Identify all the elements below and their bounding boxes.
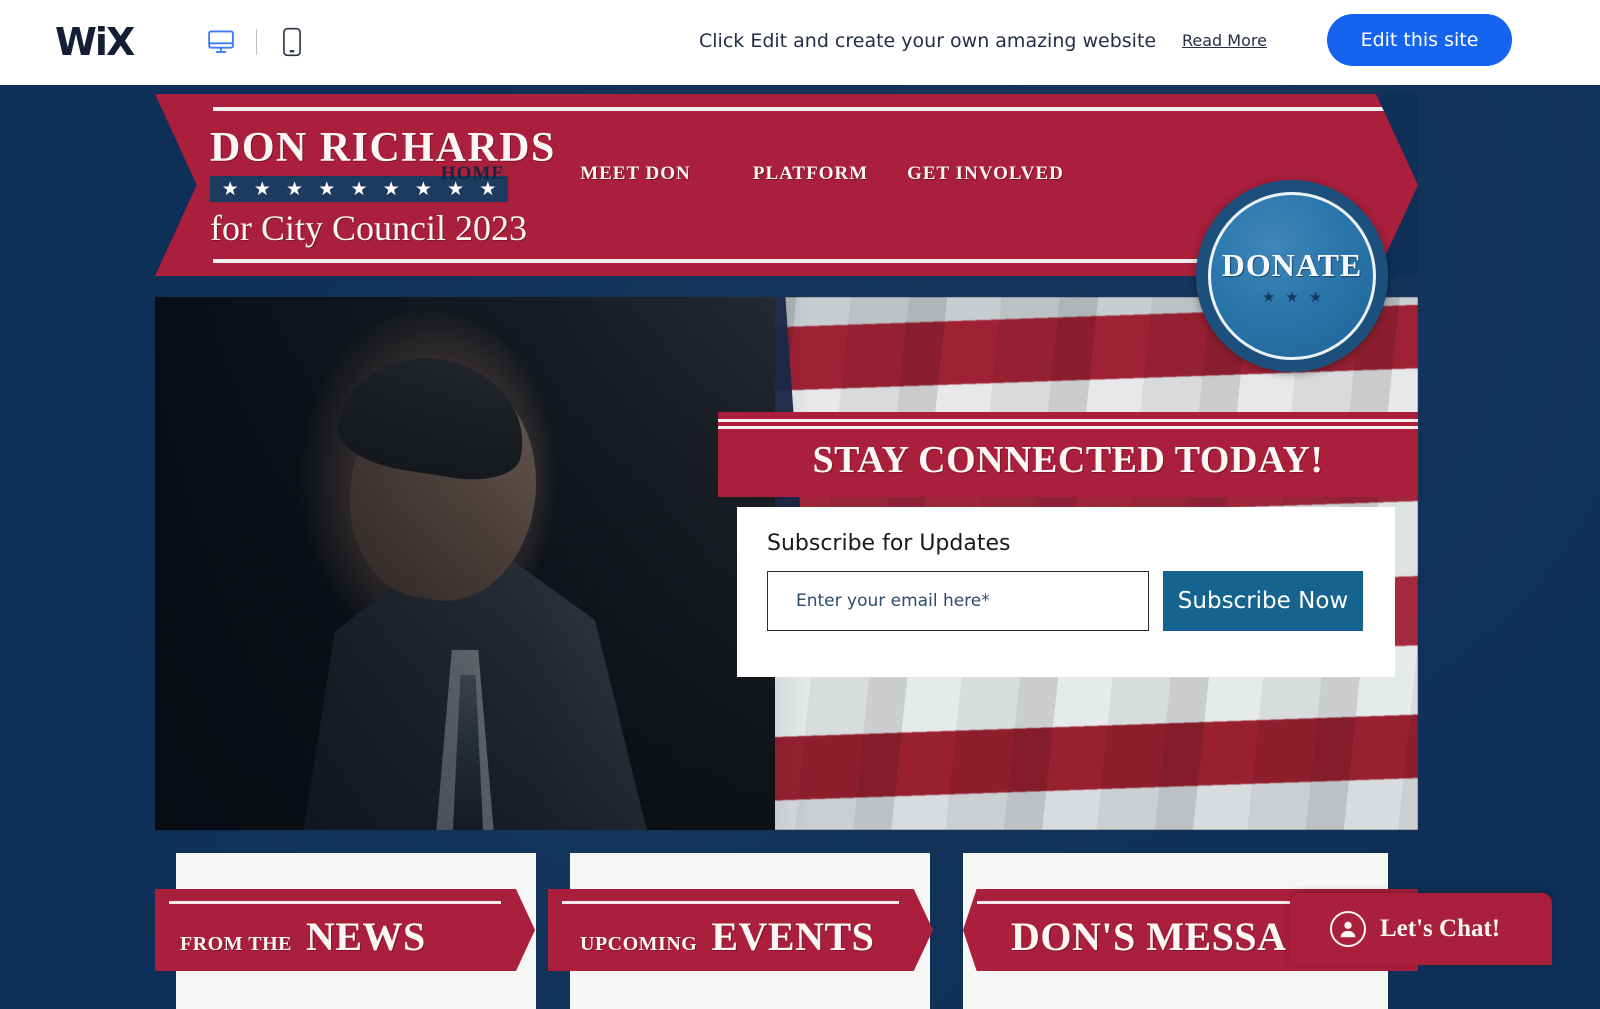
donate-seal-face: DONATE ★ ★ ★ (1208, 192, 1376, 360)
email-input[interactable] (767, 571, 1149, 631)
edit-this-site-button[interactable]: Edit this site (1327, 14, 1512, 66)
subscribe-now-button[interactable]: Subscribe Now (1163, 571, 1363, 631)
site-canvas: DON RICHARDS ★ ★ ★ ★ ★ ★ ★ ★ ★ for City … (0, 85, 1600, 1009)
site-logo[interactable]: DON RICHARDS ★ ★ ★ ★ ★ ★ ★ ★ ★ for City … (210, 122, 680, 250)
events-title: EVENTS (711, 914, 875, 959)
star-icon: ★ (1261, 289, 1276, 306)
device-preview-toggles (198, 18, 315, 66)
nav-slot-get-involved: GET INVOLVED (898, 163, 1073, 185)
campaign-tagline: for City Council 2023 (210, 208, 527, 248)
nav-slot-home: HOME (398, 163, 548, 185)
desktop-monitor-icon (208, 30, 234, 53)
subscribe-form: Subscribe for Updates Subscribe Now (737, 507, 1395, 677)
person-silhouette-icon (1340, 921, 1356, 938)
star-icon: ★ (1285, 289, 1299, 306)
star-icon: ★ (253, 178, 271, 200)
card-ribbon-label-events: UPCOMING EVENTS (580, 915, 874, 959)
wix-top-bar: WiX Click Edit and create your own amazi… (0, 0, 1600, 85)
wix-promo-message: Click Edit and create your own amazing w… (699, 30, 1157, 52)
card-ribbon-stripe (562, 901, 899, 904)
lets-chat-widget[interactable]: Let's Chat! (1290, 893, 1552, 965)
message-title: DON'S MESSA (1011, 914, 1287, 959)
card-ribbon-label-message: DON'S MESSA (1011, 915, 1287, 959)
card-ribbon-stripe (169, 901, 501, 904)
card-ribbon-news[interactable]: FROM THE NEWS (155, 889, 535, 971)
main-navigation: HOME MEET DON PLATFORM GET INVOLVED (398, 163, 1073, 185)
nav-slot-meet-don: MEET DON (548, 163, 723, 185)
wix-logo[interactable]: WiX (55, 18, 135, 66)
lets-chat-label: Let's Chat! (1380, 915, 1501, 942)
nav-link-platform[interactable]: PLATFORM (753, 163, 868, 184)
card-ribbon-label-news: FROM THE NEWS (180, 915, 426, 959)
nav-link-get-involved[interactable]: GET INVOLVED (907, 163, 1064, 184)
nav-link-meet-don[interactable]: MEET DON (580, 163, 691, 184)
donate-stars: ★ ★ ★ (1262, 290, 1322, 305)
mobile-phone-icon (283, 27, 301, 57)
events-eyebrow: UPCOMING (580, 933, 698, 955)
donate-label: DONATE (1221, 247, 1363, 283)
subscribe-label: Subscribe for Updates (767, 531, 1011, 556)
news-title: NEWS (305, 914, 426, 959)
banner-stripe-1 (718, 419, 1418, 422)
star-icon: ★ (318, 178, 336, 200)
donate-button[interactable]: DONATE ★ ★ ★ (1196, 180, 1388, 372)
desktop-view-button[interactable] (198, 19, 244, 65)
person-avatar-icon (1330, 911, 1366, 947)
nav-link-home[interactable]: HOME (441, 163, 505, 184)
stay-connected-banner: STAY CONNECTED TODAY! (718, 412, 1418, 497)
mobile-view-button[interactable] (269, 19, 315, 65)
banner-stripe-2 (718, 426, 1418, 429)
star-icon: ★ (1308, 289, 1323, 306)
card-ribbon-events[interactable]: UPCOMING EVENTS (548, 889, 933, 971)
nav-slot-platform: PLATFORM (723, 163, 898, 185)
star-icon: ★ (221, 178, 239, 200)
read-more-link[interactable]: Read More (1182, 27, 1267, 55)
toggle-divider (256, 29, 257, 55)
stay-connected-title: STAY CONNECTED TODAY! (812, 439, 1324, 481)
news-eyebrow: FROM THE (180, 933, 292, 955)
ribbon-stripe-top (213, 107, 1404, 111)
star-icon: ★ (350, 178, 368, 200)
star-icon: ★ (286, 178, 304, 200)
